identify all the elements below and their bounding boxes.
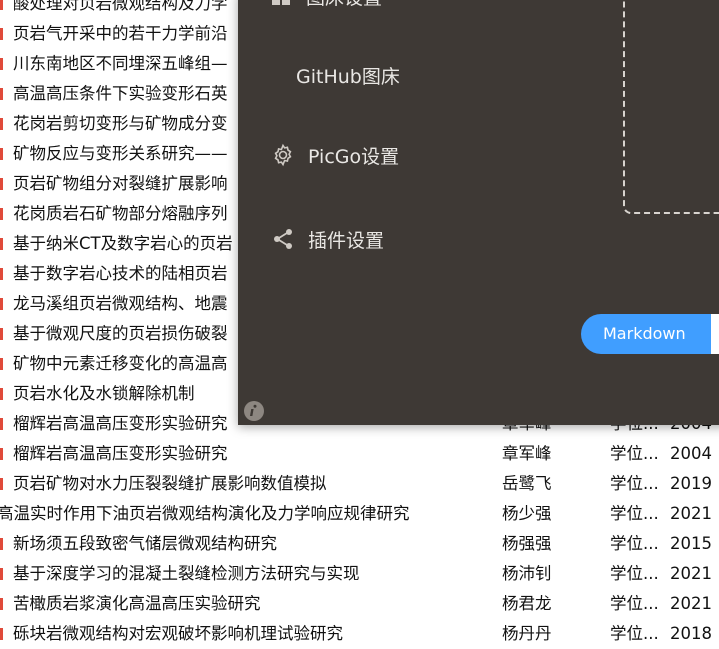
record-author: 章军峰 bbox=[502, 444, 552, 463]
row-marker bbox=[0, 28, 3, 40]
record-year: 2021 bbox=[670, 594, 712, 613]
menu-plugin-settings[interactable]: 插件设置 bbox=[270, 221, 384, 257]
markdown-format-button[interactable]: Markdown bbox=[581, 314, 719, 354]
record-title: 页岩气开采中的若干力学前沿 bbox=[13, 24, 228, 43]
gear-icon bbox=[270, 142, 296, 168]
record-type: 学位... bbox=[610, 444, 659, 463]
list-item[interactable]: 苦橄质岩浆演化高温高压实验研究 杨君龙 学位... 2021 bbox=[0, 589, 719, 619]
row-marker bbox=[0, 88, 3, 100]
row-marker bbox=[0, 448, 3, 460]
record-author: 杨丹丹 bbox=[502, 624, 552, 643]
record-year: 2019 bbox=[670, 474, 712, 493]
record-title: 矿物中元素迁移变化的高温高 bbox=[13, 354, 228, 373]
record-author: 杨沛钊 bbox=[502, 564, 552, 583]
row-marker bbox=[0, 568, 3, 580]
record-author: 杨君龙 bbox=[502, 594, 552, 613]
record-title: 酸处理对页岩微观结构及力学 bbox=[13, 0, 228, 13]
menu-picgo-settings-label: PicGo设置 bbox=[308, 145, 400, 168]
row-marker bbox=[0, 418, 3, 430]
row-marker bbox=[0, 178, 3, 190]
record-type: 学位... bbox=[610, 624, 659, 643]
row-marker bbox=[0, 118, 3, 130]
record-title: 新场须五段致密气储层微观结构研究 bbox=[13, 534, 277, 553]
record-title: 页岩矿物对水力压裂裂缝扩展影响数值模拟 bbox=[13, 474, 327, 493]
record-year: 2021 bbox=[670, 504, 712, 523]
record-title: 基于数字岩心技术的陆相页岩 bbox=[13, 264, 228, 283]
list-item[interactable]: 页岩矿物对水力压裂裂缝扩展影响数值模拟 岳鹭飞 学位... 2019 bbox=[0, 469, 719, 499]
record-title: 花岗质岩石矿物部分熔融序列 bbox=[13, 204, 228, 223]
row-marker bbox=[0, 538, 3, 550]
record-type: 学位... bbox=[610, 504, 659, 523]
menu-bed-settings-label: 图床设置 bbox=[306, 0, 382, 10]
menu-bed-settings[interactable]: 图床设置 bbox=[268, 0, 382, 14]
record-title: 花岗岩剪切变形与矿物成分变 bbox=[13, 114, 228, 133]
record-title: 基于纳米CT及数字岩心的页岩 bbox=[13, 234, 233, 253]
row-marker bbox=[0, 208, 3, 220]
row-marker bbox=[0, 388, 3, 400]
link-format-button-edge[interactable] bbox=[711, 314, 719, 354]
row-marker bbox=[0, 148, 3, 160]
record-title: 苦橄质岩浆演化高温高压实验研究 bbox=[13, 594, 261, 613]
record-year: 2021 bbox=[670, 564, 712, 583]
upload-drop-area[interactable] bbox=[623, 0, 719, 214]
menu-github-bed-label: GitHub图床 bbox=[296, 65, 400, 88]
row-marker bbox=[0, 598, 3, 610]
record-title: 页岩水化及水锁解除机制 bbox=[13, 384, 195, 403]
record-year: 2018 bbox=[670, 624, 712, 643]
record-title: 川东南地区不同埋深五峰组— bbox=[13, 54, 228, 73]
record-year: 2015 bbox=[670, 534, 712, 553]
record-author: 杨少强 bbox=[502, 504, 552, 523]
record-title: 基于微观尺度的页岩损伤破裂 bbox=[13, 324, 228, 343]
row-marker bbox=[0, 58, 3, 70]
row-marker bbox=[0, 628, 3, 640]
record-type: 学位... bbox=[610, 594, 659, 613]
record-title: 基于深度学习的混凝土裂缝检测方法研究与实现 bbox=[13, 564, 360, 583]
row-marker bbox=[0, 328, 3, 340]
row-marker bbox=[0, 0, 3, 10]
share-icon bbox=[270, 226, 296, 252]
record-title: 榴辉岩高温高压变形实验研究 bbox=[13, 414, 228, 433]
list-item[interactable]: 榴辉岩高温高压变形实验研究 章军峰 学位... 2004 bbox=[0, 439, 719, 469]
row-marker bbox=[0, 478, 3, 490]
info-icon[interactable] bbox=[243, 400, 265, 422]
record-title: 榴辉岩高温高压变形实验研究 bbox=[13, 444, 228, 463]
record-title: 页岩矿物组分对裂缝扩展影响 bbox=[13, 174, 228, 193]
record-author: 杨强强 bbox=[502, 534, 552, 553]
record-title: 砾块岩微观结构对宏观破坏影响机理试验研究 bbox=[13, 624, 343, 643]
row-marker bbox=[0, 268, 3, 280]
record-year: 2004 bbox=[670, 444, 712, 463]
list-item[interactable]: 新场须五段致密气储层微观结构研究 杨强强 学位... 2015 bbox=[0, 529, 719, 559]
list-item[interactable]: 高温实时作用下油页岩微观结构演化及力学响应规律研究 杨少强 学位... 2021 bbox=[0, 499, 719, 529]
record-author: 岳鹭飞 bbox=[502, 474, 552, 493]
menu-plugin-settings-label: 插件设置 bbox=[308, 229, 385, 252]
list-item[interactable]: 砾块岩微观结构对宏观破坏影响机理试验研究 杨丹丹 学位... 2018 bbox=[0, 619, 719, 649]
row-marker bbox=[0, 298, 3, 310]
picgo-settings-window: 图床设置 GitHub图床 PicGo设置 插件设置 Markdown bbox=[238, 0, 719, 425]
menu-github-bed[interactable]: GitHub图床 bbox=[296, 57, 400, 93]
menu-picgo-settings[interactable]: PicGo设置 bbox=[270, 137, 399, 173]
record-title: 高温实时作用下油页岩微观结构演化及力学响应规律研究 bbox=[0, 504, 410, 523]
grid-icon bbox=[268, 0, 294, 9]
record-type: 学位... bbox=[610, 474, 659, 493]
list-item[interactable]: 基于深度学习的混凝土裂缝检测方法研究与实现 杨沛钊 学位... 2021 bbox=[0, 559, 719, 589]
record-type: 学位... bbox=[610, 564, 659, 583]
record-type: 学位... bbox=[610, 534, 659, 553]
row-marker bbox=[0, 358, 3, 370]
record-title: 龙马溪组页岩微观结构、地震 bbox=[13, 294, 228, 313]
record-title: 矿物反应与变形关系研究—— bbox=[13, 144, 228, 163]
row-marker bbox=[0, 238, 3, 250]
record-title: 高温高压条件下实验变形石英 bbox=[13, 84, 228, 103]
